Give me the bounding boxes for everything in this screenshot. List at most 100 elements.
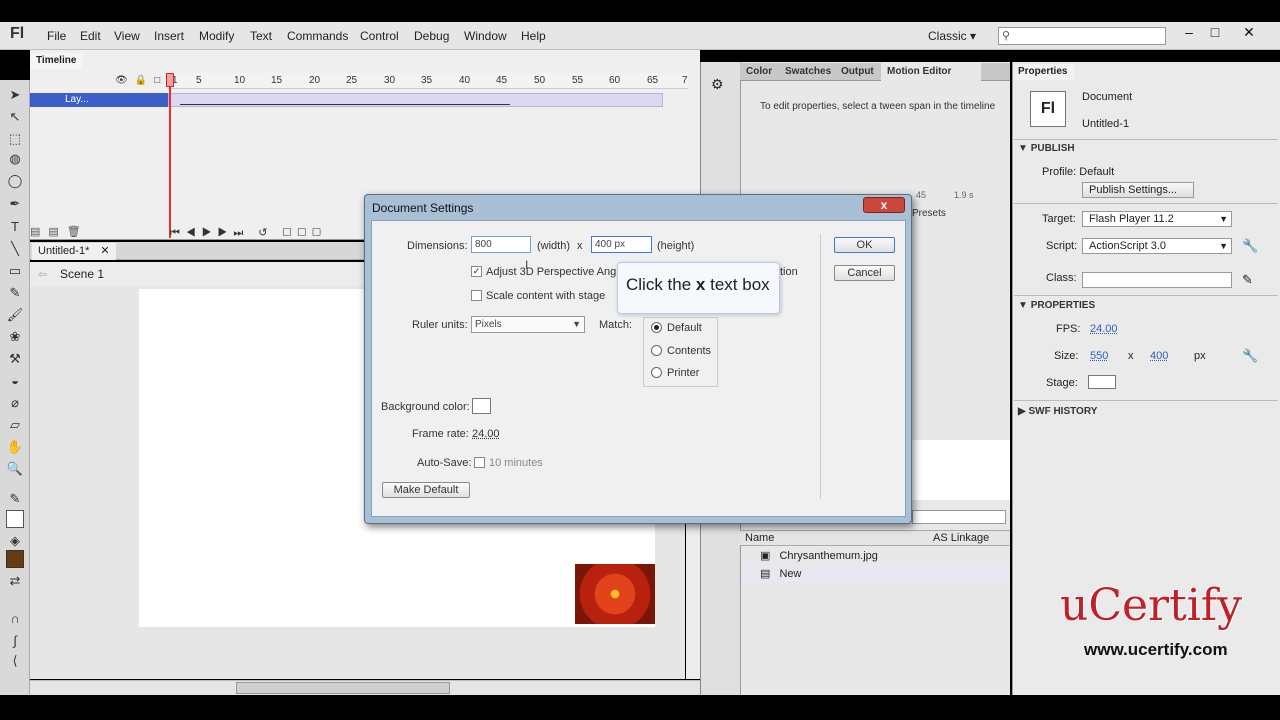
publish-settings-button[interactable]: Publish Settings... bbox=[1082, 182, 1194, 198]
match-default-radio[interactable] bbox=[651, 322, 662, 333]
playhead[interactable] bbox=[169, 73, 171, 238]
actions-panel-icon[interactable]: ⚙ bbox=[711, 76, 724, 93]
snap-magnet-icon[interactable]: ∩ bbox=[6, 610, 24, 628]
fill-color-icon[interactable]: ◈ bbox=[6, 532, 24, 550]
menu-text[interactable]: Text bbox=[250, 29, 272, 43]
frame-ruler[interactable]: 1 5 10 15 20 25 30 35 40 45 50 55 60 65 … bbox=[168, 73, 688, 89]
scroll-thumb[interactable] bbox=[236, 682, 450, 694]
cancel-button[interactable]: Cancel bbox=[834, 265, 895, 281]
menu-commands[interactable]: Commands bbox=[287, 29, 348, 43]
playhead-handle[interactable] bbox=[166, 73, 174, 87]
menu-help[interactable]: Help bbox=[521, 29, 546, 43]
minimize-button[interactable]: – bbox=[1176, 24, 1202, 44]
library-col-name[interactable]: Name bbox=[745, 532, 774, 544]
back-arrow-icon[interactable]: ⇦ bbox=[38, 268, 47, 281]
ok-button[interactable]: OK bbox=[834, 237, 895, 253]
properties-section-header[interactable]: ▼ PROPERTIES bbox=[1018, 300, 1095, 311]
menu-edit[interactable]: Edit bbox=[80, 29, 101, 43]
eyedropper-icon[interactable]: ⌀ bbox=[6, 394, 24, 412]
tab-swatches[interactable]: Swatches bbox=[785, 66, 831, 77]
maximize-button[interactable]: □ bbox=[1202, 24, 1228, 44]
stage-width-value[interactable]: 550 bbox=[1090, 350, 1108, 362]
edit-document-properties-icon[interactable]: 🔧 bbox=[1242, 348, 1258, 364]
fps-value[interactable]: 24.00 bbox=[1090, 323, 1118, 335]
library-search-input[interactable] bbox=[912, 510, 1006, 524]
close-tab-icon[interactable]: ✕ bbox=[100, 245, 109, 257]
menu-debug[interactable]: Debug bbox=[414, 29, 449, 43]
auto-save-checkbox[interactable] bbox=[474, 457, 485, 468]
wrench-icon[interactable]: 🔧 bbox=[1242, 238, 1258, 254]
class-input[interactable] bbox=[1082, 272, 1232, 288]
tab-output[interactable]: Output bbox=[841, 66, 874, 77]
tab-motion-presets[interactable]: Presets bbox=[912, 208, 946, 219]
library-item[interactable]: ▣ Chrysanthemum.jpg bbox=[760, 549, 878, 562]
stage-height-value[interactable]: 400 bbox=[1150, 350, 1168, 362]
menu-file[interactable]: File bbox=[47, 29, 66, 43]
3d-rotation-icon[interactable]: ◍ bbox=[6, 150, 24, 168]
free-transform-icon[interactable]: ⬚ bbox=[6, 130, 24, 148]
frame-num: 20 bbox=[309, 75, 321, 86]
rectangle-tool-icon[interactable]: ▭ bbox=[6, 262, 24, 280]
smooth-icon[interactable]: ∫ bbox=[6, 632, 24, 650]
height-input[interactable]: 400 px bbox=[591, 236, 652, 253]
match-contents-radio[interactable] bbox=[651, 345, 662, 356]
close-window-button[interactable]: ✕ bbox=[1236, 24, 1262, 44]
line-tool-icon[interactable]: ╲ bbox=[6, 240, 24, 258]
tab-document[interactable]: Untitled-1* ✕ bbox=[32, 243, 116, 260]
make-default-button[interactable]: Make Default bbox=[382, 482, 470, 498]
pen-tool-icon[interactable]: ✒ bbox=[6, 195, 24, 213]
bone-tool-icon[interactable]: ⚒ bbox=[6, 350, 24, 368]
stroke-swatch[interactable] bbox=[6, 510, 24, 528]
playback-controls[interactable]: ⏮◀▶▶⏭ ↺ ▢▢▢ bbox=[170, 226, 327, 240]
background-color-swatch[interactable] bbox=[472, 398, 491, 414]
pencil-icon[interactable]: ✎ bbox=[1242, 272, 1253, 288]
menu-view[interactable]: View bbox=[114, 29, 140, 43]
text-tool-icon[interactable]: T bbox=[6, 218, 24, 236]
menu-window[interactable]: Window bbox=[464, 29, 507, 43]
menu-insert[interactable]: Insert bbox=[154, 29, 184, 43]
scene-breadcrumb[interactable]: Scene 1 bbox=[60, 267, 104, 281]
deco-tool-icon[interactable]: ❀ bbox=[6, 328, 24, 346]
layer-row[interactable]: Lay... bbox=[30, 93, 170, 107]
script-select[interactable]: ActionScript 3.0 ▼ bbox=[1082, 238, 1232, 254]
scale-content-checkbox[interactable] bbox=[471, 290, 482, 301]
straighten-icon[interactable]: ⟨ bbox=[6, 652, 24, 670]
frame-rate-value[interactable]: 24.00 bbox=[472, 428, 500, 440]
adjust-3d-checkbox[interactable]: ✓ bbox=[471, 266, 482, 277]
selection-tool-icon[interactable]: ➤ bbox=[6, 86, 24, 104]
stage-color-swatch[interactable] bbox=[1088, 375, 1116, 389]
match-printer-radio[interactable] bbox=[651, 367, 662, 378]
chrysanthemum-image[interactable] bbox=[575, 564, 655, 624]
layer-visibility-icons[interactable]: 👁🔒□ bbox=[115, 75, 167, 86]
library-col-linkage[interactable]: AS Linkage bbox=[933, 532, 989, 544]
pencil-tool-icon[interactable]: ✎ bbox=[6, 284, 24, 302]
tab-motion-editor[interactable]: Motion Editor bbox=[887, 66, 951, 77]
stroke-color-icon[interactable]: ✎ bbox=[6, 490, 24, 508]
ruler-units-select[interactable]: Pixels ▼ bbox=[471, 316, 585, 333]
swf-history-section-header[interactable]: ▶ SWF HISTORY bbox=[1018, 406, 1097, 417]
help-search-input[interactable]: ⚲ bbox=[998, 27, 1166, 45]
brush-tool-icon[interactable]: 🖌 bbox=[6, 306, 24, 324]
auto-save-interval[interactable]: 10 minutes bbox=[489, 457, 543, 469]
layer-controls[interactable]: ▤▤🗑 bbox=[30, 225, 170, 238]
swap-colors-icon[interactable]: ⇄ bbox=[6, 572, 24, 590]
tab-timeline[interactable]: Timeline bbox=[30, 53, 83, 69]
library-item[interactable]: ▤ New bbox=[760, 567, 801, 580]
target-select[interactable]: Flash Player 11.2 ▼ bbox=[1082, 211, 1232, 227]
adjust-3d-label-tail: tion bbox=[780, 266, 798, 278]
tab-properties[interactable]: Properties bbox=[1014, 64, 1074, 80]
eraser-icon[interactable]: ▱ bbox=[6, 416, 24, 434]
hand-tool-icon[interactable]: ✋ bbox=[6, 438, 24, 456]
fill-swatch[interactable] bbox=[6, 550, 24, 568]
subselection-tool-icon[interactable]: ↖ bbox=[6, 108, 24, 126]
width-input[interactable]: 800 bbox=[471, 236, 531, 253]
menu-control[interactable]: Control bbox=[360, 29, 399, 43]
tab-color[interactable]: Color bbox=[746, 66, 772, 77]
publish-section-header[interactable]: ▼ PUBLISH bbox=[1018, 143, 1075, 154]
zoom-tool-icon[interactable]: 🔍 bbox=[6, 460, 24, 478]
paint-bucket-icon[interactable]: ◒ bbox=[6, 372, 24, 390]
lasso-icon[interactable]: ◯ bbox=[6, 172, 24, 190]
workspace-switcher[interactable]: Classic ▾ bbox=[928, 29, 976, 43]
menu-modify[interactable]: Modify bbox=[199, 29, 234, 43]
dialog-close-button[interactable]: x bbox=[863, 197, 905, 213]
